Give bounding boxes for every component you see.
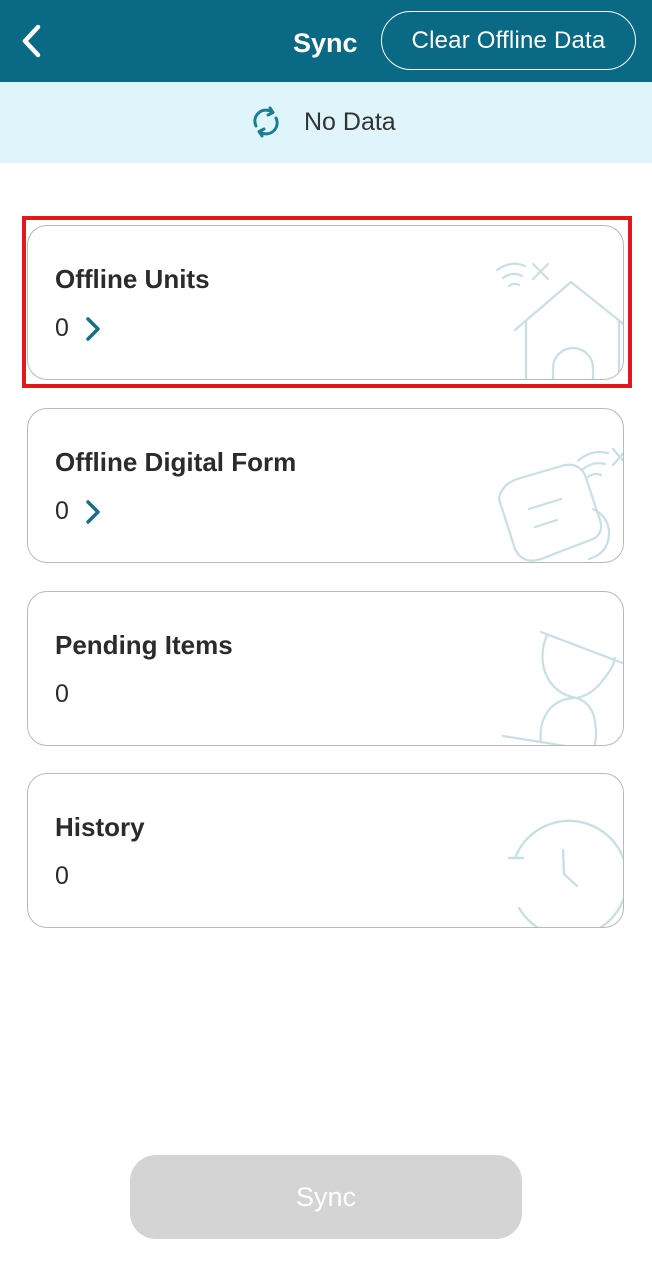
sync-status-bar: No Data (0, 82, 652, 163)
card-title: Offline Digital Form (55, 447, 297, 477)
clock-icon (507, 819, 623, 927)
chevron-right-icon (85, 316, 101, 342)
chevron-right-icon (85, 499, 101, 525)
card-count: 0 (55, 680, 69, 708)
card-title: Offline Units (55, 264, 210, 294)
status-text: No Data (304, 107, 396, 136)
document-wifi-off-icon (497, 447, 623, 562)
house-wifi-off-icon (495, 262, 623, 379)
app-header: Sync Clear Offline Data (0, 0, 652, 82)
card-title: Pending Items (55, 630, 233, 660)
card-title: History (55, 812, 145, 842)
pending-items-card[interactable]: Pending Items 0 (27, 591, 624, 746)
back-button[interactable] (10, 18, 54, 64)
offline-digital-form-card[interactable]: Offline Digital Form 0 (27, 408, 624, 563)
page-title: Sync (293, 28, 358, 58)
card-count: 0 (55, 862, 69, 890)
chevron-left-icon (22, 24, 41, 58)
hourglass-icon (501, 630, 623, 745)
sync-button[interactable]: Sync (130, 1155, 522, 1239)
card-count: 0 (55, 497, 69, 525)
card-count: 0 (55, 314, 69, 342)
offline-units-card[interactable]: Offline Units 0 (27, 225, 624, 380)
clear-offline-data-button[interactable]: Clear Offline Data (381, 11, 636, 70)
history-card[interactable]: History 0 (27, 773, 624, 928)
sync-icon (253, 106, 279, 138)
